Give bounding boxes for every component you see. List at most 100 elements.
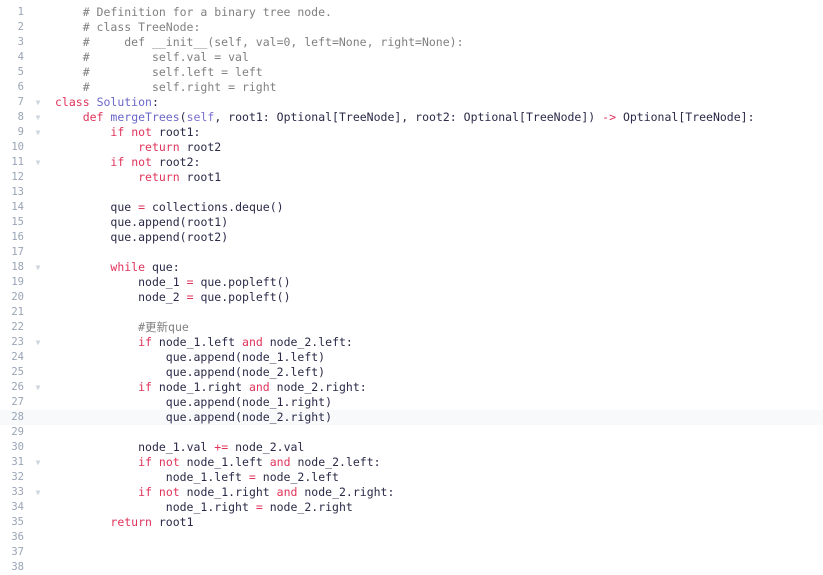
code-line[interactable]: 22 #更新que [0,320,823,335]
code-line-text: #更新que [138,320,189,334]
code-line[interactable]: 36 [0,530,823,545]
code-line-text: que.append(node_1.right) [165,395,333,409]
code-line[interactable]: 4 # self.val = val [0,50,823,65]
line-number: 20 [11,291,24,303]
line-number: 36 [11,531,24,543]
code-line[interactable]: 27 que.append(node_1.right) [0,395,823,410]
code-line[interactable]: 28 que.append(node_2.right) [0,410,823,425]
line-number: 9 [17,126,24,138]
code-line[interactable]: 8 ▼ def mergeTrees(self, root1: Optional[… [0,110,823,125]
code-line[interactable]: 20 node_2 = que.popleft() [0,290,823,305]
line-number: 35 [11,516,24,528]
line-number: 37 [11,546,24,558]
code-line-text: node_1 = que.popleft() [138,275,291,289]
line-number: 31 [11,456,24,468]
code-line[interactable]: 38 [0,560,823,575]
code-line[interactable]: 26 ▼ if node_1.right and node_2.right: [0,380,823,395]
code-fold-chevron-down-icon[interactable]: ▼ [32,155,44,170]
code-line-text: if not node_1.left and node_2.left: [138,455,381,469]
line-number: 16 [11,231,24,243]
code-line-text: if node_1.left and node_2.left: [138,335,353,349]
code-line-text: que = collections.deque() [110,200,284,214]
line-number: 15 [11,216,24,228]
code-line[interactable]: 37 [0,545,823,560]
code-line[interactable]: 7 ▼ class Solution: [0,95,823,110]
code-line[interactable]: 15 que.append(root1) [0,215,823,230]
code-line-text: if not root1: [110,125,201,139]
line-number: 23 [11,336,24,348]
code-line[interactable]: 33 ▼ if not node_1.right and node_2.right… [0,485,823,500]
code-lines-container[interactable]: 1 # Definition for a binary tree node. 2 … [0,5,823,575]
code-line-text: que.append(root1) [110,215,229,229]
code-fold-chevron-down-icon[interactable]: ▼ [32,125,44,140]
line-number: 5 [17,66,24,78]
line-number: 38 [11,561,24,573]
code-line[interactable]: 29 [0,425,823,440]
code-line[interactable]: 9 ▼ if not root1: [0,125,823,140]
line-number: 24 [11,351,24,363]
code-line[interactable]: 2 # class TreeNode: [0,20,823,35]
code-line[interactable]: 3 # def __init__(self, val=0, left=None,… [0,35,823,50]
line-number: 2 [17,21,24,33]
code-editor[interactable]: 1 # Definition for a binary tree node. 2 … [0,0,823,573]
line-number: 28 [11,411,24,423]
code-line-text: node_1.left = node_2.left [165,470,339,484]
code-line[interactable]: 34 node_1.right = node_2.right [0,500,823,515]
code-fold-chevron-down-icon[interactable]: ▼ [32,335,44,350]
code-line-text: if not node_1.right and node_2.right: [138,485,395,499]
code-fold-chevron-down-icon[interactable]: ▼ [32,455,44,470]
code-line-text: def mergeTrees(self, root1: Optional[Tre… [82,110,755,124]
line-number: 27 [11,396,24,408]
line-number: 18 [11,261,24,273]
code-line[interactable]: 25 que.append(node_2.left) [0,365,823,380]
code-line-text: que.append(node_2.right) [165,410,333,424]
code-line[interactable]: 24 que.append(node_1.left) [0,350,823,365]
code-fold-chevron-down-icon[interactable]: ▼ [32,110,44,125]
code-line[interactable]: 17 [0,245,823,260]
line-number: 11 [11,156,24,168]
code-line[interactable]: 11 ▼ if not root2: [0,155,823,170]
code-line[interactable]: 21 [0,305,823,320]
code-line[interactable]: 32 node_1.left = node_2.left [0,470,823,485]
code-fold-chevron-down-icon[interactable]: ▼ [32,485,44,500]
code-line[interactable]: 13 [0,185,823,200]
code-line-text: # Definition for a binary tree node. [82,5,332,19]
code-line[interactable]: 16 que.append(root2) [0,230,823,245]
line-number: 29 [11,426,24,438]
code-fold-chevron-down-icon[interactable]: ▼ [32,380,44,395]
code-line[interactable]: 19 node_1 = que.popleft() [0,275,823,290]
code-line[interactable]: 30 node_1.val += node_2.val [0,440,823,455]
code-line[interactable]: 12 return root1 [0,170,823,185]
code-line-text: if node_1.right and node_2.right: [138,380,367,394]
line-number: 1 [17,6,24,18]
code-line-text: node_1.right = node_2.right [165,500,353,514]
code-line[interactable]: 6 # self.right = right [0,80,823,95]
code-line-text: # self.left = left [82,65,263,79]
code-line[interactable]: 35 return root1 [0,515,823,530]
line-number: 25 [11,366,24,378]
code-line-text: # class TreeNode: [82,20,201,34]
code-line-text: node_2 = que.popleft() [138,290,291,304]
line-number: 6 [17,81,24,93]
line-number: 3 [17,36,24,48]
line-number: 19 [11,276,24,288]
line-number: 12 [11,171,24,183]
code-line-text: return root1 [110,515,194,529]
code-line-text: while que: [110,260,180,274]
code-line[interactable]: 18 ▼ while que: [0,260,823,275]
code-line[interactable]: 1 # Definition for a binary tree node. [0,5,823,20]
code-fold-chevron-down-icon[interactable]: ▼ [32,95,44,110]
code-line[interactable]: 23 ▼ if node_1.left and node_2.left: [0,335,823,350]
code-line[interactable]: 31 ▼ if not node_1.left and node_2.left: [0,455,823,470]
code-line-text: que.append(node_1.left) [165,350,326,364]
code-line-text: class Solution: [55,95,159,109]
code-line[interactable]: 14 que = collections.deque() [0,200,823,215]
code-line-text: if not root2: [110,155,201,169]
line-number: 22 [11,321,24,333]
code-line[interactable]: 10 return root2 [0,140,823,155]
line-number: 33 [11,486,24,498]
code-line[interactable]: 5 # self.left = left [0,65,823,80]
line-number: 32 [11,471,24,483]
code-fold-chevron-down-icon[interactable]: ▼ [32,260,44,275]
line-number: 7 [17,96,24,108]
